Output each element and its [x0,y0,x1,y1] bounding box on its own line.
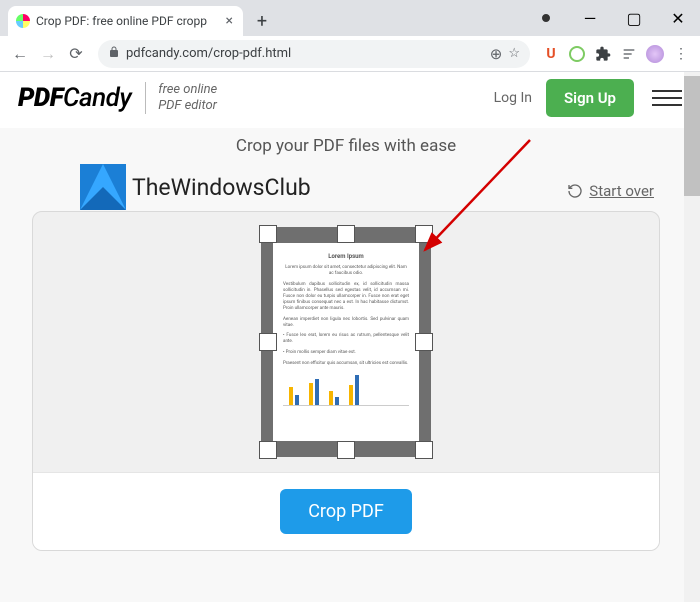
extensions-puzzle-icon[interactable] [592,43,614,65]
crop-handle-mid-right[interactable] [415,333,433,351]
pdf-page-frame[interactable]: Lorem Ipsum Lorem ipsum dolor sit amet, … [261,227,431,457]
reading-list-icon[interactable] [618,43,640,65]
login-link[interactable]: Log In [494,90,532,106]
close-window-button[interactable]: ✕ [656,0,700,36]
crop-handle-top-right[interactable] [415,225,433,243]
doc-chart-thumbnail [283,372,409,406]
browser-tab[interactable]: Crop PDF: free online PDF cropp × [8,6,243,36]
watermark-text: TheWindowsClub [132,174,311,201]
crop-card: Lorem Ipsum Lorem ipsum dolor sit amet, … [32,211,660,551]
refresh-icon [567,183,583,199]
extension-grammarly-icon[interactable] [566,43,588,65]
signup-button[interactable]: Sign Up [546,79,634,117]
tab-favicon [16,14,30,28]
zoom-icon[interactable]: ⊕ [490,45,503,63]
start-over-link[interactable]: Start over [567,182,654,200]
crop-handle-bottom-mid[interactable] [337,441,355,459]
profile-avatar-icon[interactable] [644,43,666,65]
browser-toolbar: ← → ⟳ pdfcandy.com/crop-pdf.html ⊕ ☆ U ⋮ [0,36,700,72]
browser-titlebar: Crop PDF: free online PDF cropp × + — ▢ … [0,0,700,36]
crop-handle-top-left[interactable] [259,225,277,243]
reload-button[interactable]: ⟳ [64,42,88,66]
minimize-button[interactable]: — [568,0,612,36]
back-button[interactable]: ← [8,42,32,66]
extension-ublock-icon[interactable]: U [540,43,562,65]
crop-pdf-button[interactable]: Crop PDF [280,489,412,534]
menu-hamburger-icon[interactable] [652,83,682,113]
recording-indicator-icon [524,0,568,36]
browser-menu-icon[interactable]: ⋮ [670,43,692,65]
crop-handle-mid-left[interactable] [259,333,277,351]
site-tagline: free online PDF editor [145,82,217,113]
crop-handle-bottom-left[interactable] [259,441,277,459]
close-tab-icon[interactable]: × [226,13,233,29]
site-logo[interactable]: PDFCandy [18,83,131,113]
pdf-page-preview: Lorem Ipsum Lorem ipsum dolor sit amet, … [273,243,419,441]
address-bar[interactable]: pdfcandy.com/crop-pdf.html ⊕ ☆ [98,40,530,68]
page-title: Crop your PDF files with ease [20,128,672,158]
new-tab-button[interactable]: + [249,8,275,34]
forward-button[interactable]: → [36,42,60,66]
page-viewport: PDFCandy free online PDF editor Log In S… [0,72,700,602]
crop-preview-area[interactable]: Lorem Ipsum Lorem ipsum dolor sit amet, … [33,212,659,472]
action-bar: Crop PDF [33,472,659,550]
crop-handle-top-mid[interactable] [337,225,355,243]
windowsclub-logo-icon [80,164,126,210]
vertical-scrollbar[interactable] [684,72,700,602]
lock-icon [108,46,120,62]
maximize-button[interactable]: ▢ [612,0,656,36]
site-header: PDFCandy free online PDF editor Log In S… [0,72,700,128]
url-text: pdfcandy.com/crop-pdf.html [126,46,484,61]
crop-handle-bottom-right[interactable] [415,441,433,459]
bookmark-star-icon[interactable]: ☆ [508,46,520,61]
scrollbar-thumb[interactable] [684,76,700,196]
window-controls: — ▢ ✕ [524,0,700,36]
tab-title: Crop PDF: free online PDF cropp [36,14,220,28]
